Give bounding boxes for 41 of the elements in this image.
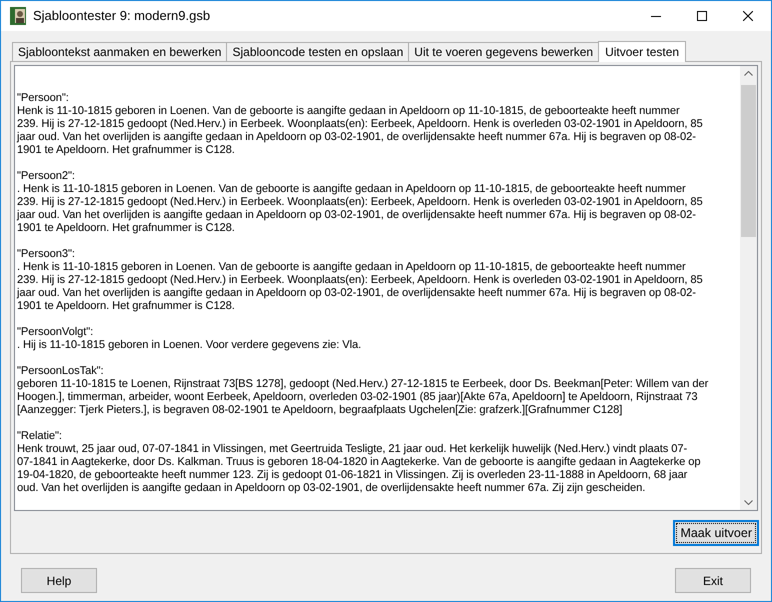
output-line: . Henk is 11-10-1815 geboren in Loenen. Van de geboorte is aangifte gedaan in Apeldoorn op 11-10-1815, de geboorteakte heeft nummer xyxy=(17,183,687,196)
dialog-button[interactable]: Help xyxy=(21,568,97,593)
close-icon xyxy=(743,11,753,21)
output-line: 1901 te Apeldoorn. Het grafnummer is C128. xyxy=(17,222,236,235)
output-line: 19-04-1820, de geboorteakte heeft nummer 123. Zij is gedoopt 01-06-1821 in Vlissingen. Zij is overleden 23-11-1888 in Apeldoorn, 68 jaar xyxy=(17,469,688,482)
section-heading: "Persoon2": xyxy=(17,170,76,183)
make-output-button[interactable]: Maak uitvoer xyxy=(673,520,759,546)
output-line: . Hij is 11-10-1815 geboren in Loenen. Voor verdere gegevens zie: Vla. xyxy=(17,339,362,352)
maximize-icon xyxy=(697,11,707,21)
tab[interactable]: Uitvoer testen xyxy=(598,41,686,62)
scroll-up-icon xyxy=(744,71,753,76)
tab[interactable]: Sjablooncode testen en opslaan xyxy=(226,42,410,61)
scroll-thumb[interactable] xyxy=(741,85,756,237)
output-line: Henk trouwt, 25 jaar oud, 07-07-1841 in Vlissingen, met Geertruida Tesligte, 21 jaar oud. Het kerkelijk huwelijk (Ned.Herv.) vindt plaats 07- xyxy=(17,443,688,456)
scrollbar[interactable] xyxy=(740,66,757,510)
output-line: 239. Hij is 27-12-1815 gedoopt (Ned.Herv.) in Eerbeek. Woonplaats(en): Eerbeek, Apeldoorn. Henk is overleden 03-02-1901 in Apeldoorn, 85 xyxy=(17,196,704,209)
output-line: 07-1841 in Aagtekerke, door Ds. Kalkman. Truus is geboren 18-04-1820 in Aagtekerke. Van de geboorte is aangifte gedaan in Aagtekerke op xyxy=(17,456,702,469)
output-line: 1901 te Apeldoorn. Het grafnummer is C128. xyxy=(17,144,236,157)
output-line: [Aanzegger: Tjerk Pieters.], is begraven 08-02-1901 te Apeldoorn, begraafplaats Ugchelen[Zie: grafzerk.][Grafnummer C128] xyxy=(17,404,624,417)
section-heading: "Relatie": xyxy=(17,430,63,443)
tab[interactable]: Uit te voeren gegevens bewerken xyxy=(408,42,600,61)
scroll-down-icon xyxy=(744,500,753,505)
window-title: Sjabloontester 9: modern9.gsb xyxy=(33,7,210,26)
output-line: oud. Van het overlijden is aangifte gedaan in Apeldoorn op 03-02-1901, de overlijdensakte heeft nummer 67a. Zij zijn gescheiden. xyxy=(17,482,646,495)
output-line: 239. Hij is 27-12-1815 gedoopt (Ned.Herv.) in Eerbeek. Woonplaats(en): Eerbeek, Apeldoorn. Henk is overleden 03-02-1901 in Apeldoorn, 85 xyxy=(17,118,704,131)
tab[interactable]: Sjabloontekst aanmaken en bewerken xyxy=(12,42,228,61)
output-line: jaar oud. Van het overlijden is aangifte gedaan in Apeldoorn op 03-02-1901, de overlijdensakte heeft nummer 67a. Hij is begraven op 08-02- xyxy=(17,131,697,144)
output-line: . Henk is 11-10-1815 geboren in Loenen. Van de geboorte is aangifte gedaan in Apeldoorn op 11-10-1815, de geboorteakte heeft nummer xyxy=(17,261,687,274)
section-heading: "Persoon3": xyxy=(17,248,76,261)
output-line: jaar oud. Van het overlijden is aangifte gedaan in Apeldoorn op 03-02-1901, de overlijdensakte heeft nummer 67a. Hij is begraven op 08-02- xyxy=(17,209,697,222)
output-line: jaar oud. Van het overlijden is aangifte gedaan in Apeldoorn op 03-02-1901, de overlijdensakte heeft nummer 67a. Hij is begraven op 08-02- xyxy=(17,287,697,300)
section-heading: "PersoonLosTak": xyxy=(17,365,105,378)
section-heading: "PersoonVolgt": xyxy=(17,326,94,339)
output-line: 239. Hij is 27-12-1815 gedoopt (Ned.Herv.) in Eerbeek. Woonplaats(en): Eerbeek, Apeldoorn. Henk is overleden 03-02-1901 in Apeldoorn, 85 xyxy=(17,274,704,287)
app-icon xyxy=(10,7,26,25)
output-line: geboren 11-10-1815 te Loenen, Rijnstraat 73[BS 1278], gedoopt (Ned.Herv.) 27-12-1815 te Eerbeek, door Ds. Beekman[Peter: Willem van der xyxy=(17,378,710,391)
section-heading: "Persoon": xyxy=(17,92,70,105)
output-line: Hoogen.], timmerman, arbeider, woont Eerbeek, Apeldoorn, overleden 03-02-1901 (85 jaar)[Akte 67a, Apeldoorn] te Apeldoorn, Rijnstraat 73 xyxy=(17,391,698,404)
output-line: Henk is 11-10-1815 geboren in Loenen. Van de geboorte is aangifte gedaan in Apeldoorn op 11-10-1815, de geboorteakte heeft nummer xyxy=(17,105,681,118)
output-line: 1901 te Apeldoorn. Het grafnummer is C128. xyxy=(17,300,236,313)
dialog-button[interactable]: Exit xyxy=(675,568,751,593)
